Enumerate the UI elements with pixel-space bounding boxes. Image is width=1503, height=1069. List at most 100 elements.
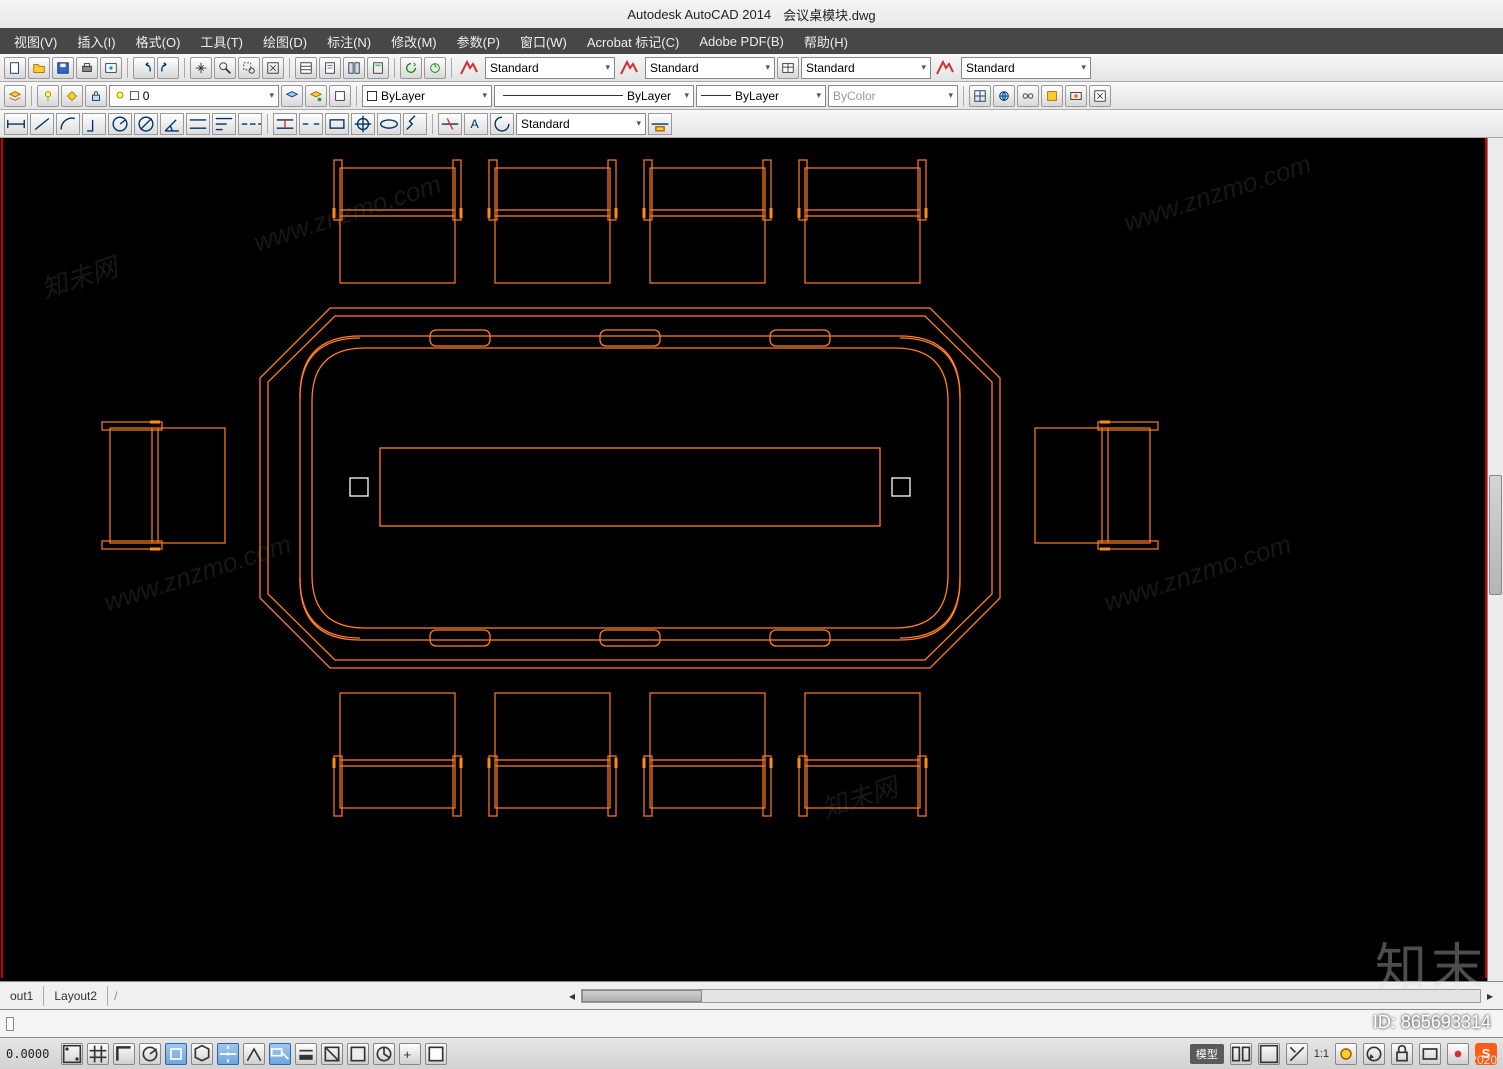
tool-palettes-button[interactable] (343, 57, 365, 79)
open-button[interactable] (28, 57, 50, 79)
lwt-toggle[interactable] (295, 1043, 317, 1065)
layer-combo[interactable]: ☐ 0 ▾ (109, 85, 279, 107)
redo-button[interactable] (157, 57, 179, 79)
save-button[interactable] (52, 57, 74, 79)
hardware-accel-button[interactable] (1419, 1043, 1441, 1065)
menu-dimension[interactable]: 标注(N) (317, 29, 381, 54)
osnap-toggle[interactable] (165, 1043, 187, 1065)
mlstyle-combo[interactable]: Standard▾ (961, 57, 1091, 79)
attach-button[interactable] (1041, 85, 1063, 107)
inspect-button[interactable] (377, 113, 401, 135)
print-button[interactable] (76, 57, 98, 79)
center-mark-button[interactable] (351, 113, 375, 135)
otrack-toggle[interactable] (217, 1043, 239, 1065)
ducs-toggle[interactable] (243, 1043, 265, 1065)
globe-button[interactable] (993, 85, 1015, 107)
dim-break-button[interactable] (299, 113, 323, 135)
scale-label[interactable]: 1:1 (1314, 1048, 1329, 1060)
horizontal-scrollbar[interactable] (581, 989, 1481, 1003)
xref-button[interactable] (1089, 85, 1111, 107)
chain-button[interactable] (1017, 85, 1039, 107)
lock-ui-button[interactable] (1391, 1043, 1413, 1065)
dim-continue-button[interactable] (238, 113, 262, 135)
menu-adobepdf[interactable]: Adobe PDF(B) (689, 31, 794, 52)
tpy-toggle[interactable] (321, 1043, 343, 1065)
dim-arc-button[interactable] (56, 113, 80, 135)
properties-button[interactable] (295, 57, 317, 79)
scrollbar-thumb[interactable] (582, 990, 702, 1002)
menu-acrobat[interactable]: Acrobat 标记(C) (577, 29, 689, 54)
menu-format[interactable]: 格式(O) (126, 29, 191, 54)
dim-linear-button[interactable] (4, 113, 28, 135)
am-toggle[interactable]: + (399, 1043, 421, 1065)
linetype-combo[interactable]: ByLayer▾ (494, 85, 694, 107)
menu-tools[interactable]: 工具(T) (190, 29, 253, 54)
dimstyle2-combo[interactable]: Standard▾ (516, 113, 646, 135)
layer-on-button[interactable] (37, 85, 59, 107)
vertical-scrollbar[interactable] (1487, 138, 1503, 981)
zoom-button[interactable] (214, 57, 236, 79)
undo-button[interactable] (133, 57, 155, 79)
layer-prev-button[interactable] (281, 85, 303, 107)
sc-toggle[interactable] (373, 1043, 395, 1065)
layer-lock-button[interactable] (85, 85, 107, 107)
lineweight-combo[interactable]: ByLayer▾ (696, 85, 826, 107)
zoom-extents-button[interactable] (262, 57, 284, 79)
dim-diameter-button[interactable] (134, 113, 158, 135)
layer-state-button[interactable] (329, 85, 351, 107)
menu-window[interactable]: 窗口(W) (510, 29, 577, 54)
quickview-drawings-button[interactable] (1258, 1043, 1280, 1065)
model-space-button[interactable] (425, 1043, 447, 1065)
polar-toggle[interactable] (139, 1043, 161, 1065)
tolerance-button[interactable] (325, 113, 349, 135)
menu-modify[interactable]: 修改(M) (381, 29, 447, 54)
color-combo[interactable]: ByLayer▾ (362, 85, 492, 107)
menu-insert[interactable]: 插入(I) (67, 29, 125, 54)
quickview-layouts-button[interactable] (1230, 1043, 1252, 1065)
workspace-switch-button[interactable] (1363, 1043, 1385, 1065)
layer-prop-button[interactable] (4, 85, 26, 107)
dim-angular-button[interactable] (160, 113, 184, 135)
drawing-canvas[interactable]: 知未网 www.znzmo.com www.znzmo.com www.znzm… (0, 138, 1503, 981)
jogged-button[interactable] (403, 113, 427, 135)
dim-update-button[interactable] (490, 113, 514, 135)
annotation-vis-button[interactable] (1335, 1043, 1357, 1065)
dimstyle-combo[interactable]: Standard▾ (645, 57, 775, 79)
ortho-toggle[interactable] (113, 1043, 135, 1065)
new-button[interactable] (4, 57, 26, 79)
scroll-left-button[interactable]: ◂ (569, 989, 575, 1003)
viewport-button[interactable] (969, 85, 991, 107)
layout-tab-out1[interactable]: out1 (0, 986, 44, 1006)
model-label[interactable]: 模型 (1190, 1044, 1224, 1064)
sheet-set-button[interactable] (319, 57, 341, 79)
dim-ordinate-button[interactable] (82, 113, 106, 135)
refresh-button[interactable] (400, 57, 422, 79)
dim-baseline-button[interactable] (212, 113, 236, 135)
annotation-scale-button[interactable] (1286, 1043, 1308, 1065)
layout-tab-layout2[interactable]: Layout2 (44, 986, 108, 1006)
plot-preview-button[interactable] (100, 57, 122, 79)
grid-toggle[interactable] (87, 1043, 109, 1065)
plotstyle-combo[interactable]: ByColor▾ (828, 85, 958, 107)
scroll-right-button[interactable]: ▸ (1487, 989, 1493, 1003)
dim-space-button[interactable] (273, 113, 297, 135)
textstyle-combo[interactable]: Standard▾ (485, 57, 615, 79)
dim-radius-button[interactable] (108, 113, 132, 135)
scrollbar-thumb[interactable] (1489, 475, 1502, 595)
regen-button[interactable] (424, 57, 446, 79)
dim-text-edit-button[interactable]: A (464, 113, 488, 135)
dim-style-button[interactable] (648, 113, 672, 135)
tablestyle-combo[interactable]: Standard▾ (801, 57, 931, 79)
menu-help[interactable]: 帮助(H) (794, 29, 858, 54)
dim-aligned-button[interactable] (30, 113, 54, 135)
menu-view[interactable]: 视图(V) (4, 29, 67, 54)
menu-param[interactable]: 参数(P) (447, 29, 510, 54)
dim-edit-button[interactable] (438, 113, 462, 135)
menu-draw[interactable]: 绘图(D) (253, 29, 317, 54)
snap-toggle[interactable] (61, 1043, 83, 1065)
isolate-button[interactable] (1447, 1043, 1469, 1065)
qp-toggle[interactable] (347, 1043, 369, 1065)
layer-match-button[interactable] (305, 85, 327, 107)
command-line[interactable] (0, 1009, 1503, 1037)
layer-freeze-button[interactable] (61, 85, 83, 107)
